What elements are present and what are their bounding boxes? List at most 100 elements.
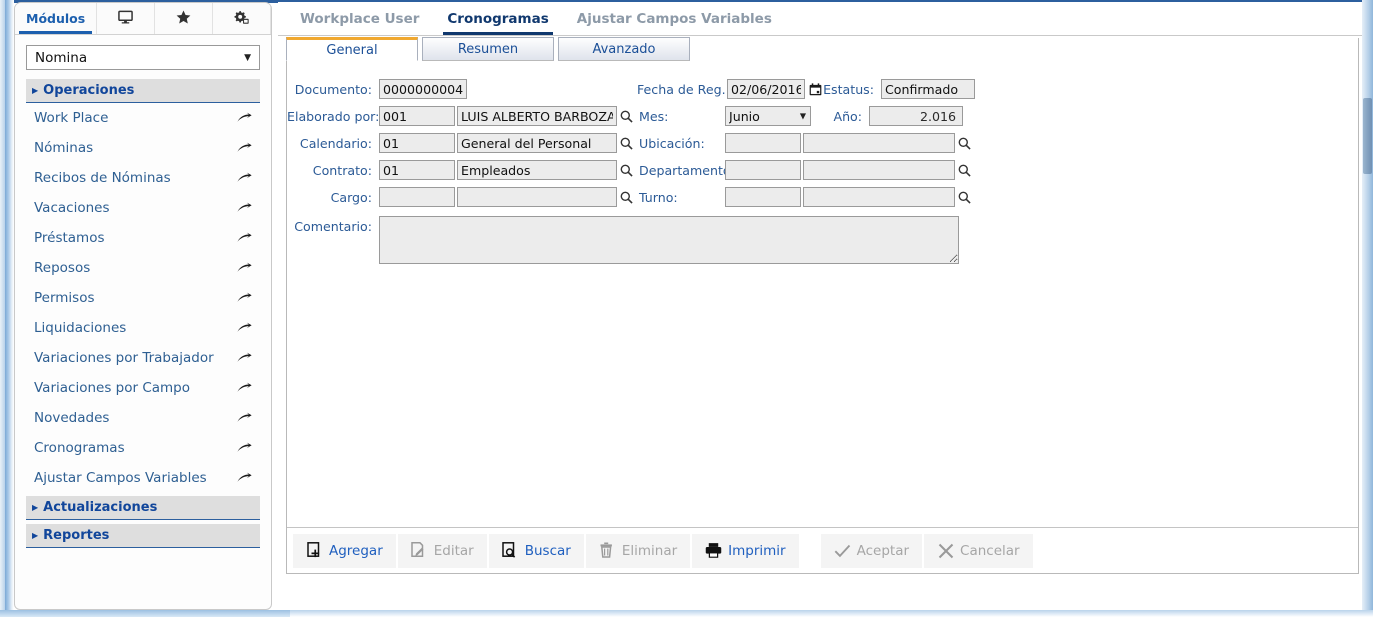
- window-left-edge-inner: [0, 0, 5, 617]
- label-turno: Turno:: [639, 189, 678, 205]
- tab-cronogramas[interactable]: Cronogramas: [433, 11, 562, 35]
- eliminar-label: Eliminar: [621, 542, 678, 559]
- content-card: General Resumen Avanzado Documento: Fech…: [286, 37, 1359, 574]
- sidebar-item-novedades[interactable]: Novedades: [26, 403, 260, 433]
- sidebar-tab-settings[interactable]: [213, 3, 271, 34]
- search-icon[interactable]: [617, 160, 635, 180]
- sidebar-tab-modulos[interactable]: Módulos: [15, 3, 98, 34]
- sidebar-section-actualizaciones[interactable]: ▶ Actualizaciones: [26, 496, 260, 520]
- subtab-avanzado-label: Avanzado: [592, 41, 656, 57]
- sidebar-item-permisos[interactable]: Permisos: [26, 283, 260, 313]
- sidebar-item-reposos[interactable]: Reposos: [26, 253, 260, 283]
- sidebar-tabbar: Módulos: [15, 3, 271, 35]
- label-estatus: Estatus:: [823, 81, 874, 97]
- sidebar-item-label: Liquidaciones: [34, 320, 127, 336]
- sidebar-item-ajustar-campos-variables[interactable]: Ajustar Campos Variables: [26, 463, 260, 493]
- subtab-avanzado[interactable]: Avanzado: [558, 37, 690, 61]
- shortcut-arrow-icon: [237, 442, 252, 454]
- imprimir-button[interactable]: Imprimir: [692, 533, 799, 568]
- mes-select[interactable]: [725, 106, 811, 127]
- scrollbar-thumb[interactable]: [1363, 98, 1372, 174]
- aceptar-label: Aceptar: [856, 542, 910, 559]
- editar-label: Editar: [433, 542, 474, 559]
- search-icon[interactable]: [617, 106, 635, 126]
- window-vertical-scrollbar[interactable]: [1362, 0, 1373, 617]
- fecha-reg-input[interactable]: [727, 79, 805, 99]
- sidebar-tab-favorites[interactable]: [155, 3, 214, 34]
- estatus-input[interactable]: [881, 79, 975, 99]
- sidebar-section-operaciones-label: Operaciones: [43, 83, 135, 98]
- label-ubicacion: Ubicación:: [639, 135, 705, 151]
- sidebar-item-prestamos[interactable]: Préstamos: [26, 223, 260, 253]
- subtab-general-label: General: [326, 42, 378, 58]
- window-left-edge: [0, 0, 14, 617]
- shortcut-arrow-icon: [237, 142, 252, 154]
- eliminar-button[interactable]: Eliminar: [585, 533, 691, 568]
- tab-workplace-user[interactable]: Workplace User: [286, 11, 433, 35]
- cargo-code-input[interactable]: [379, 187, 455, 207]
- search-icon[interactable]: [617, 133, 635, 153]
- cancelar-label: Cancelar: [960, 542, 1020, 559]
- sidebar-item-liquidaciones[interactable]: Liquidaciones: [26, 313, 260, 343]
- cargo-name-input[interactable]: [457, 187, 617, 207]
- sidebar-section-operaciones[interactable]: ▶ Operaciones: [26, 79, 260, 103]
- agregar-button[interactable]: Agregar: [293, 533, 396, 568]
- add-document-icon: [306, 542, 323, 560]
- sidebar-item-recibos-de-nominas[interactable]: Recibos de Nóminas: [26, 163, 260, 193]
- comentario-textarea[interactable]: [379, 216, 959, 264]
- form-row-calendario: Calendario: Ubicación:: [287, 130, 1358, 156]
- sidebar-item-variaciones-por-trabajador[interactable]: Variaciones por Trabajador: [26, 343, 260, 373]
- subtab-general[interactable]: General: [286, 37, 418, 61]
- shortcut-arrow-icon: [237, 412, 252, 424]
- editar-button[interactable]: Editar: [397, 533, 487, 568]
- buscar-button[interactable]: Buscar: [488, 533, 584, 568]
- search-icon[interactable]: [955, 160, 973, 180]
- sidebar-item-nominas[interactable]: Nóminas: [26, 133, 260, 163]
- sidebar-item-label: Vacaciones: [34, 200, 110, 216]
- mes-select-wrap: ▼: [725, 106, 811, 127]
- tab-ajustar-campos-variables[interactable]: Ajustar Campos Variables: [563, 11, 786, 35]
- sidebar-item-variaciones-por-campo[interactable]: Variaciones por Campo: [26, 373, 260, 403]
- contrato-code-input[interactable]: [379, 160, 455, 180]
- contrato-name-input[interactable]: [457, 160, 617, 180]
- sidebar-item-label: Reposos: [34, 260, 91, 276]
- monitor-icon: [118, 10, 133, 27]
- elaborado-por-code-input[interactable]: [379, 106, 455, 126]
- ubicacion-name-input[interactable]: [803, 133, 955, 153]
- aceptar-button[interactable]: Aceptar: [820, 533, 923, 568]
- sidebar-section-reportes[interactable]: ▶ Reportes: [26, 524, 260, 548]
- shortcut-arrow-icon: [237, 292, 252, 304]
- shortcut-arrow-icon: [237, 352, 252, 364]
- calendario-name-input[interactable]: [457, 133, 617, 153]
- turno-code-input[interactable]: [725, 187, 801, 207]
- subtab-resumen-label: Resumen: [457, 41, 519, 57]
- anio-input[interactable]: [869, 106, 963, 126]
- sidebar-item-cronogramas[interactable]: Cronogramas: [26, 433, 260, 463]
- search-icon[interactable]: [617, 187, 635, 207]
- sidebar-item-label: Préstamos: [34, 230, 105, 246]
- ubicacion-code-input[interactable]: [725, 133, 801, 153]
- chevron-down-icon: ▼: [244, 52, 251, 63]
- documento-input[interactable]: [379, 79, 467, 99]
- calendario-code-input[interactable]: [379, 133, 455, 153]
- cancelar-button[interactable]: Cancelar: [924, 533, 1033, 568]
- elaborado-por-name-input[interactable]: [457, 106, 617, 126]
- sidebar-tab-monitor[interactable]: [97, 3, 156, 34]
- sidebar-item-work-place[interactable]: Work Place: [26, 103, 260, 133]
- buscar-label: Buscar: [524, 542, 571, 559]
- calendar-icon[interactable]: [807, 80, 823, 98]
- departamento-code-input[interactable]: [725, 160, 801, 180]
- form-row-documento: Documento: Fecha de Reg.: Estatus:: [287, 76, 1358, 102]
- sidebar-section-actualizaciones-label: Actualizaciones: [43, 500, 158, 515]
- sidebar-item-vacaciones[interactable]: Vacaciones: [26, 193, 260, 223]
- module-select[interactable]: Nomina ▼: [26, 45, 260, 70]
- module-select-value: Nomina: [35, 49, 88, 66]
- search-icon[interactable]: [955, 133, 973, 153]
- search-icon[interactable]: [955, 187, 973, 207]
- turno-name-input[interactable]: [803, 187, 955, 207]
- sidebar-item-label: Recibos de Nóminas: [34, 170, 171, 186]
- subtab-resumen[interactable]: Resumen: [422, 37, 554, 61]
- agregar-label: Agregar: [329, 542, 383, 559]
- departamento-name-input[interactable]: [803, 160, 955, 180]
- sidebar-tab-modulos-label: Módulos: [26, 11, 86, 26]
